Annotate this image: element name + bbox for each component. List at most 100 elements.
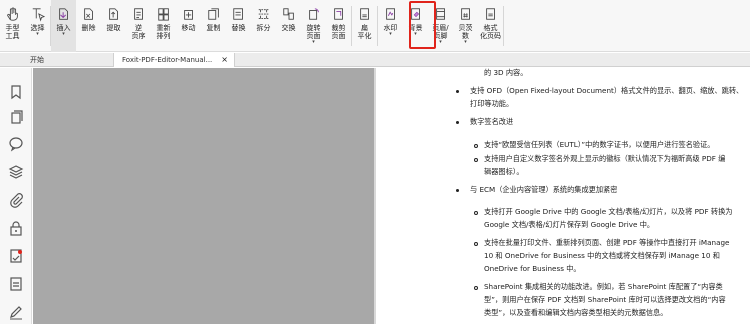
watermark-icon bbox=[384, 6, 398, 22]
sub-bullet bbox=[474, 211, 478, 215]
text-line: 支持用户自定义数字签名外观上显示的徽标（默认情况下为福昕高级 PDF 编 bbox=[484, 154, 726, 163]
bullet bbox=[456, 90, 459, 93]
text-line: 的 3D 内容。 bbox=[484, 68, 528, 77]
extract-page-icon bbox=[107, 6, 121, 22]
tab-bar: 开始 Foxit-PDF-Editor-Manual... × bbox=[0, 53, 750, 67]
rotate-page-icon bbox=[307, 6, 321, 22]
ribbon-button-label: 拆分 bbox=[256, 24, 271, 32]
text-line: 支持打开 Google Drive 中的 Google 文档/表格/幻灯片，以及… bbox=[484, 207, 733, 216]
sub-bullet bbox=[474, 144, 478, 148]
replace-page-icon bbox=[232, 6, 246, 22]
sub-bullet bbox=[474, 286, 478, 290]
copy-page-icon bbox=[207, 6, 221, 22]
ribbon-button-label: 移动 bbox=[181, 24, 196, 32]
background-button[interactable]: 背景 ▾ bbox=[403, 0, 428, 52]
ribbon-button-label: 提取 bbox=[106, 24, 121, 32]
delete-page-icon bbox=[82, 6, 96, 22]
split-icon bbox=[257, 6, 271, 22]
tab-document-label: Foxit-PDF-Editor-Manual... bbox=[122, 56, 213, 64]
bookmark-icon[interactable] bbox=[8, 84, 24, 100]
text-line: 支持 OFD（Open Fixed-layout Document）格式文件的显… bbox=[470, 86, 744, 95]
document-info-icon[interactable] bbox=[8, 276, 24, 292]
bullet bbox=[456, 189, 459, 192]
move-page-button[interactable]: 移动 bbox=[176, 0, 201, 52]
text-line: 支持在批量打印文件、重新排列页面、创建 PDF 等操作中直接打开 iManage bbox=[484, 238, 730, 247]
text-line: SharePoint 集成相关的功能改进。例如，若 SharePoint 库配置… bbox=[484, 282, 723, 291]
tab-home[interactable]: 开始 bbox=[22, 53, 110, 67]
text-line: Google 文档/表格/幻灯片保存到 Google Drive 中。 bbox=[484, 220, 655, 229]
attachment-icon[interactable] bbox=[8, 192, 24, 208]
insert-page-icon bbox=[57, 6, 71, 22]
bates-number-icon bbox=[459, 6, 473, 22]
ribbon-separator bbox=[503, 6, 504, 46]
ribbon-button-label: 格式 化页码 bbox=[480, 24, 501, 40]
dropdown-caret-icon: ▾ bbox=[36, 31, 39, 37]
close-tab-icon[interactable]: × bbox=[221, 53, 228, 67]
ribbon-toolbar: 手型 工具 选择 ▾ 插入 ▾ 删除 提取逆 页序 重新 排列 移动 复制 替换 拆分 交换 旋转 页面 ▾… bbox=[0, 0, 750, 52]
swap-icon bbox=[282, 6, 296, 22]
dropdown-caret-icon: ▾ bbox=[439, 39, 442, 45]
flatten-button[interactable]: 扁 平化 bbox=[352, 0, 377, 52]
security-icon[interactable] bbox=[8, 220, 24, 236]
navigation-panel bbox=[0, 68, 32, 324]
watermark-button[interactable]: 水印 ▾ bbox=[378, 0, 403, 52]
pages-icon[interactable] bbox=[8, 110, 24, 126]
ribbon-button-label: 重新 排列 bbox=[156, 24, 171, 40]
swap-button[interactable]: 交换 bbox=[276, 0, 301, 52]
section-heading: 数字签名改进 bbox=[470, 117, 514, 126]
header-footer-button[interactable]: 页眉/ 页脚 ▾ bbox=[428, 0, 453, 52]
text-line: 类型”，以及查看和编辑文档内容类型相关的元数据信息。 bbox=[484, 308, 668, 317]
reverse-order-icon bbox=[132, 6, 146, 22]
tab-document[interactable]: Foxit-PDF-Editor-Manual... × bbox=[113, 53, 235, 67]
comment-icon[interactable] bbox=[8, 136, 24, 152]
replace-page-button[interactable]: 替换 bbox=[226, 0, 251, 52]
crop-page-button[interactable]: 裁剪 页面 bbox=[326, 0, 351, 52]
rotate-page-button[interactable]: 旋转 页面 ▾ bbox=[301, 0, 326, 52]
hand-button[interactable]: 手型 工具 bbox=[0, 0, 25, 52]
ribbon-button-label: 旋转 页面 bbox=[306, 24, 321, 40]
text-line: OneDrive for Business 中。 bbox=[484, 264, 581, 273]
dropdown-caret-icon: ▾ bbox=[312, 39, 315, 45]
text-line: 型”，则用户在保存 PDF 文档到 SharePoint 库时可以选择更改文档的… bbox=[484, 295, 726, 304]
text-line: 10 和 OneDrive for Business 中的文档或将文档保存到 i… bbox=[484, 251, 720, 260]
ribbon-button-label: 删除 bbox=[81, 24, 96, 32]
bates-number-button[interactable]: 贝茨 数 ▾ bbox=[453, 0, 478, 52]
split-button[interactable]: 拆分 bbox=[251, 0, 276, 52]
dropdown-caret-icon: ▾ bbox=[414, 31, 417, 37]
sub-bullet bbox=[474, 158, 478, 162]
background-icon bbox=[409, 6, 423, 22]
section-heading: 与 ECM（企业内容管理）系统的集成更加紧密 bbox=[470, 185, 618, 194]
crop-page-icon bbox=[332, 6, 346, 22]
format-page-number-button[interactable]: 格式 化页码 bbox=[478, 0, 503, 52]
ribbon-button-label: 页眉/ 页脚 bbox=[432, 24, 449, 40]
hand-icon bbox=[6, 6, 20, 22]
reverse-order-button[interactable]: 逆 页序 bbox=[126, 0, 151, 52]
ribbon-button-label: 复制 bbox=[206, 24, 221, 32]
select-cursor-button[interactable]: 选择 ▾ bbox=[25, 0, 50, 52]
document-content: 的 3D 内容。 支持 OFD（Open Fixed-layout Docume… bbox=[376, 68, 750, 324]
ribbon-button-label: 扁 平化 bbox=[357, 24, 372, 40]
ribbon-button-label: 贝茨 数 bbox=[458, 24, 473, 40]
ribbon-button-label: 交换 bbox=[281, 24, 296, 32]
ribbon-button-label: 手型 工具 bbox=[5, 24, 20, 40]
select-cursor-icon bbox=[31, 6, 45, 22]
sub-bullet bbox=[474, 242, 478, 246]
flatten-icon bbox=[358, 6, 372, 22]
extract-page-button[interactable]: 提取 bbox=[101, 0, 126, 52]
dropdown-caret-icon: ▾ bbox=[464, 39, 467, 45]
text-line: 辑器图标）。 bbox=[484, 167, 524, 176]
ribbon-button-label: 逆 页序 bbox=[131, 24, 146, 40]
sign-icon[interactable] bbox=[8, 304, 24, 320]
header-footer-icon bbox=[434, 6, 448, 22]
bullet bbox=[456, 121, 459, 124]
insert-page-button[interactable]: 插入 ▾ bbox=[51, 0, 76, 52]
ribbon-button-label: 裁剪 页面 bbox=[331, 24, 346, 40]
layers-icon[interactable] bbox=[8, 164, 24, 180]
rearrange-button[interactable]: 重新 排列 bbox=[151, 0, 176, 52]
move-page-icon bbox=[182, 6, 196, 22]
format-page-number-icon bbox=[484, 6, 498, 22]
delete-page-button[interactable]: 删除 bbox=[76, 0, 101, 52]
signature-panel-icon[interactable] bbox=[8, 248, 24, 264]
copy-page-button[interactable]: 复制 bbox=[201, 0, 226, 52]
rearrange-icon bbox=[157, 6, 171, 22]
